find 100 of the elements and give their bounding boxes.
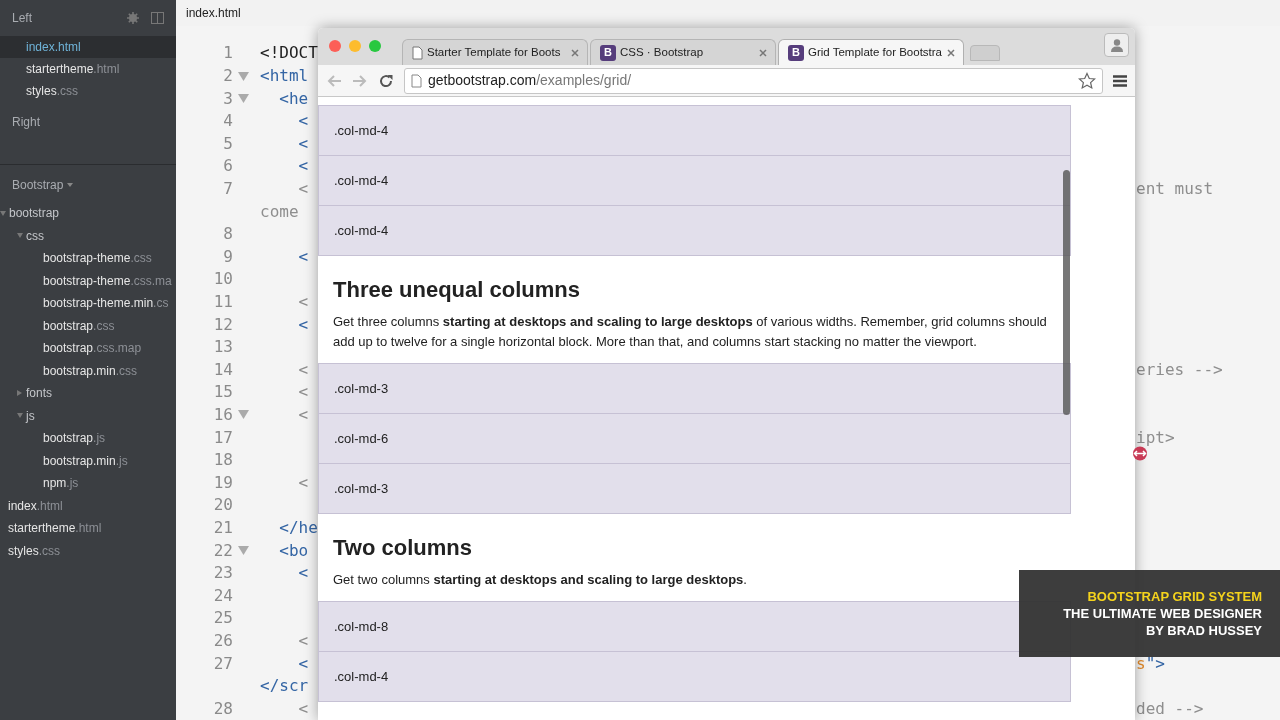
code-text: < <box>297 472 309 492</box>
line-number: 14 <box>213 358 233 381</box>
tree-item[interactable]: js <box>0 404 176 427</box>
fold-arrow-icon[interactable] <box>238 94 249 104</box>
person-icon <box>1109 38 1124 52</box>
working-file-item[interactable]: index.html <box>0 36 176 58</box>
line-number: 1 <box>223 42 233 65</box>
tree-item[interactable]: bootstrap.min.js <box>0 449 176 472</box>
tree-item[interactable]: bootstrap.css <box>0 314 176 337</box>
file-name: styles.css <box>8 542 61 560</box>
column-label: .col-md-3 <box>334 379 389 398</box>
new-tab-button[interactable] <box>970 45 1000 61</box>
code-text: < <box>297 314 309 334</box>
tab-title: Starter Template for Boots <box>427 44 562 60</box>
line-number: 16 <box>213 404 233 426</box>
folder-name: bootstrap <box>9 205 60 223</box>
minimize-window-button[interactable] <box>349 40 361 52</box>
tree-item[interactable]: bootstrap.min.css <box>0 359 176 382</box>
close-icon[interactable] <box>947 48 955 57</box>
working-file-item[interactable]: startertheme.html <box>0 58 176 80</box>
file-name: startertheme.html <box>26 61 120 78</box>
code-text: ipt> <box>1136 426 1175 449</box>
column-label: .col-md-4 <box>334 221 389 240</box>
column-label: .col-md-3 <box>334 479 389 498</box>
file-name: index.html <box>8 497 63 515</box>
star-icon[interactable] <box>1078 71 1096 90</box>
profile-button[interactable] <box>1104 33 1129 57</box>
tree-item[interactable]: npm.js <box>0 472 176 495</box>
menu-icon[interactable] <box>1113 74 1127 87</box>
line-number: 20 <box>213 494 233 517</box>
code-text: "> <box>1145 652 1165 675</box>
code-text: < <box>297 156 309 176</box>
line-number: 9 <box>223 245 233 268</box>
file-name: bootstrap.css <box>43 317 115 335</box>
code-text: </he <box>278 517 318 537</box>
code-text: < <box>297 563 309 583</box>
line-number: 7 <box>223 178 233 201</box>
line-number: 5 <box>223 132 233 155</box>
file-name: bootstrap-theme.min.cs <box>43 295 169 313</box>
tree-item[interactable]: css <box>0 224 176 247</box>
section-description: Get two columns starting at desktops and scaling to large desktops. <box>332 571 748 589</box>
line-number: 6 <box>223 155 233 178</box>
code-text: < <box>297 111 309 131</box>
column-label: .col-md-8 <box>334 617 389 636</box>
reload-icon[interactable] <box>378 72 394 89</box>
fold-arrow-icon[interactable] <box>238 410 249 420</box>
fold-arrow-icon[interactable] <box>238 546 249 556</box>
settings-icon[interactable] <box>127 12 139 24</box>
line-number: 4 <box>223 110 233 133</box>
fold-arrow-icon[interactable] <box>238 71 249 81</box>
column-label: .col-md-4 <box>334 171 389 190</box>
browser-tab[interactable]: B Grid Template for Bootstra <box>778 39 964 65</box>
tree-item[interactable]: bootstrap.js <box>0 427 176 450</box>
code-text: <!DOCT <box>260 43 318 63</box>
line-number: 27 <box>213 652 233 675</box>
expanded-arrow-icon <box>17 413 23 419</box>
overlay-subtitle: BY BRAD HUSSEY <box>1145 622 1262 639</box>
browser-tab[interactable]: B CSS · Bootstrap <box>590 39 776 65</box>
tree-item[interactable]: bootstrap.css.map <box>0 337 176 360</box>
project-dropdown[interactable]: Bootstrap <box>12 175 74 194</box>
tree-item[interactable]: styles.css <box>0 539 176 562</box>
pane-title: Left <box>12 10 32 27</box>
tree-item[interactable]: index.html <box>0 494 176 517</box>
address-bar[interactable]: getbootstrap.com/examples/grid/ <box>404 67 1103 94</box>
code-text: s <box>1136 652 1146 675</box>
code-text: < <box>297 133 309 153</box>
tree-item[interactable]: bootstrap-theme.css.ma <box>0 269 176 292</box>
browser-tab[interactable]: Starter Template for Boots <box>402 39 588 65</box>
line-number: 12 <box>213 313 233 336</box>
file-tab[interactable]: index.html <box>186 4 241 23</box>
tree-item[interactable]: bootstrap-theme.css <box>0 247 176 270</box>
close-icon[interactable] <box>759 48 767 57</box>
code-text: < <box>297 630 309 650</box>
code-text: ent must <box>1136 178 1214 201</box>
code-text: < <box>297 653 309 673</box>
url-text: getbootstrap.com/examples/grid/ <box>428 71 632 90</box>
line-number: 17 <box>213 426 233 449</box>
file-name: bootstrap.js <box>43 430 106 448</box>
forward-icon[interactable] <box>352 73 368 88</box>
line-number: 3 <box>223 87 233 110</box>
code-text: < <box>297 382 309 402</box>
line-number: 2 <box>223 65 233 88</box>
tree-item[interactable]: bootstrap-theme.min.cs <box>0 292 176 315</box>
tree-item[interactable]: bootstrap <box>0 202 176 225</box>
close-icon[interactable] <box>571 48 579 57</box>
back-icon[interactable] <box>326 73 342 88</box>
file-name: bootstrap-theme.css.ma <box>43 272 172 290</box>
pane-title: Right <box>12 114 40 131</box>
section-heading: Three unequal columns <box>332 276 581 304</box>
tree-item[interactable]: fonts <box>0 382 176 405</box>
working-file-item[interactable]: styles.css <box>0 80 176 102</box>
expanded-arrow-icon <box>0 210 6 216</box>
zoom-window-button[interactable] <box>369 40 381 52</box>
close-window-button[interactable] <box>329 40 341 52</box>
page-icon <box>411 73 422 88</box>
code-text: <he <box>278 88 309 108</box>
scrollbar-thumb[interactable] <box>1063 170 1070 415</box>
code-text: < <box>297 359 309 379</box>
tree-item[interactable]: startertheme.html <box>0 517 176 540</box>
split-view-icon[interactable] <box>151 12 164 24</box>
